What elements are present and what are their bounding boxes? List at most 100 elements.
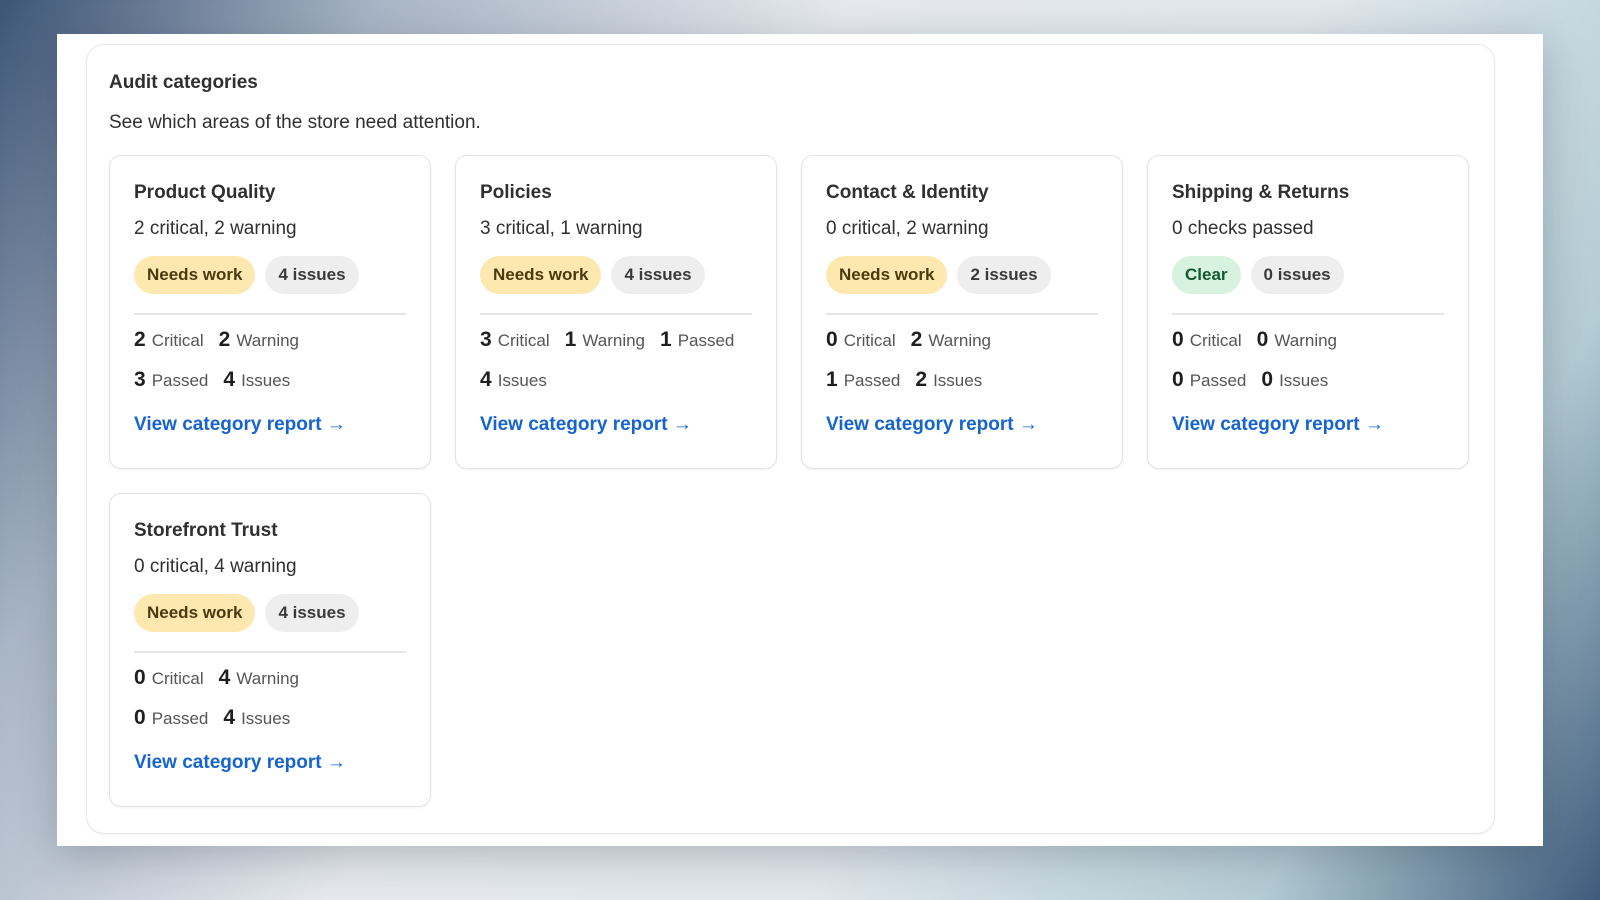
stat-label: Critical — [843, 331, 896, 350]
stat-label: Passed — [1189, 371, 1247, 390]
category-card-product-quality: Product Quality 2 critical, 2 warning Ne… — [109, 155, 431, 469]
stats-list: 0 Critical 0 Warning 0 Passed 0 Issues — [1172, 328, 1412, 394]
stat-value: 2 — [910, 328, 923, 351]
stat-value: 0 — [1261, 368, 1274, 391]
category-card-contact-identity: Contact & Identity 0 critical, 2 warning… — [801, 155, 1123, 469]
stat-label: Passed — [151, 709, 209, 728]
stat-value: 1 — [660, 328, 672, 351]
stat-value: 3 — [134, 368, 146, 391]
stat-value: 4 — [223, 368, 236, 391]
card-title: Product Quality — [134, 182, 276, 203]
stat-value: 1 — [826, 368, 838, 391]
stat-critical: 0 Critical — [826, 328, 896, 354]
stats-list: 3 Critical 1 Warning 1 Passed 4 Issues — [480, 328, 758, 394]
status-badge: Needs work — [480, 256, 602, 294]
divider — [826, 313, 1098, 315]
stat-critical: 2 Critical — [134, 328, 204, 354]
view-category-report-link[interactable]: View category report → — [134, 414, 346, 436]
badge-row: Needs work 2 issues — [826, 256, 1051, 294]
stat-warning: 4 Warning — [219, 666, 299, 692]
stat-value: 4 — [218, 666, 231, 689]
status-badge: Needs work — [826, 256, 948, 294]
stat-label: Warning — [1274, 331, 1337, 350]
card-title: Shipping & Returns — [1172, 182, 1350, 203]
status-badge: Needs work — [134, 594, 256, 632]
stat-value: 2 — [134, 328, 146, 351]
issues-count-badge: 0 issues — [1250, 256, 1344, 294]
stat-label: Issues — [241, 709, 291, 728]
stat-value: 0 — [1172, 368, 1184, 391]
stat-label: Issues — [1279, 371, 1329, 390]
card-summary: 2 critical, 2 warning — [134, 218, 297, 239]
stat-critical: 3 Critical — [480, 328, 550, 354]
stat-issues: 2 Issues — [915, 368, 982, 394]
card-summary: 0 critical, 4 warning — [134, 556, 297, 577]
stat-passed: 0 Passed — [134, 706, 208, 732]
stat-value: 0 — [134, 666, 146, 689]
stats-list: 0 Critical 4 Warning 0 Passed 4 Issues — [134, 666, 374, 732]
issues-count-badge: 4 issues — [265, 256, 359, 294]
stat-label: Passed — [843, 371, 901, 390]
category-card-policies: Policies 3 critical, 1 warning Needs wor… — [455, 155, 777, 469]
badge-row: Needs work 4 issues — [134, 594, 359, 632]
stat-warning: 2 Warning — [911, 328, 991, 354]
issues-count-badge: 4 issues — [265, 594, 359, 632]
stat-value: 2 — [915, 368, 928, 391]
stat-label: Passed — [151, 371, 209, 390]
card-title: Storefront Trust — [134, 520, 278, 541]
card-title: Policies — [480, 182, 552, 203]
view-category-report-link[interactable]: View category report → — [826, 414, 1038, 436]
stats-list: 2 Critical 2 Warning 3 Passed 4 Issues — [134, 328, 374, 394]
stat-issues: 4 Issues — [223, 368, 290, 394]
stat-label: Issues — [933, 371, 983, 390]
stat-passed: 1 Passed — [826, 368, 900, 394]
divider — [1172, 313, 1444, 315]
stat-critical: 0 Critical — [134, 666, 204, 692]
stat-passed: 0 Passed — [1172, 368, 1246, 394]
stat-label: Warning — [582, 331, 645, 350]
stat-label: Warning — [928, 331, 991, 350]
view-category-report-link[interactable]: View category report → — [480, 414, 692, 436]
stat-value: 4 — [223, 706, 236, 729]
issues-count-badge: 4 issues — [611, 256, 705, 294]
stat-value: 0 — [826, 328, 838, 351]
stat-label: Critical — [497, 331, 550, 350]
category-card-storefront-trust: Storefront Trust 0 critical, 4 warning N… — [109, 493, 431, 807]
app-window: Audit categories See which areas of the … — [57, 34, 1543, 846]
stat-value: 0 — [1256, 328, 1269, 351]
stat-warning: 0 Warning — [1257, 328, 1337, 354]
status-badge: Clear — [1172, 256, 1241, 294]
stat-label: Issues — [241, 371, 291, 390]
stat-issues: 4 Issues — [223, 706, 290, 732]
audit-categories-panel: Audit categories See which areas of the … — [86, 44, 1495, 834]
status-badge: Needs work — [134, 256, 256, 294]
stat-label: Warning — [236, 669, 299, 688]
stat-label: Critical — [151, 331, 204, 350]
stat-passed: 3 Passed — [134, 368, 208, 394]
stat-critical: 0 Critical — [1172, 328, 1242, 354]
panel-subtitle: See which areas of the store need attent… — [109, 112, 481, 133]
view-category-report-link[interactable]: View category report → — [1172, 414, 1384, 436]
badge-row: Needs work 4 issues — [480, 256, 705, 294]
panel-title: Audit categories — [109, 72, 258, 93]
stat-label: Critical — [1189, 331, 1242, 350]
card-summary: 3 critical, 1 warning — [480, 218, 643, 239]
stats-list: 0 Critical 2 Warning 1 Passed 2 Issues — [826, 328, 1066, 394]
issues-count-badge: 2 issues — [957, 256, 1051, 294]
stat-passed: 1 Passed — [660, 328, 734, 354]
category-card-shipping-returns: Shipping & Returns 0 checks passed Clear… — [1147, 155, 1469, 469]
badge-row: Needs work 4 issues — [134, 256, 359, 294]
divider — [134, 313, 406, 315]
stat-issues: 4 Issues — [480, 368, 547, 394]
stat-value: 3 — [480, 328, 492, 351]
badge-row: Clear 0 issues — [1172, 256, 1344, 294]
stat-warning: 1 Warning — [565, 328, 645, 354]
divider — [134, 651, 406, 653]
stat-issues: 0 Issues — [1261, 368, 1328, 394]
stat-label: Warning — [236, 331, 299, 350]
divider — [480, 313, 752, 315]
view-category-report-link[interactable]: View category report → — [134, 752, 346, 774]
category-grid: Product Quality 2 critical, 2 warning Ne… — [109, 155, 1471, 807]
stat-value: 4 — [480, 368, 492, 391]
stat-value: 0 — [134, 706, 146, 729]
